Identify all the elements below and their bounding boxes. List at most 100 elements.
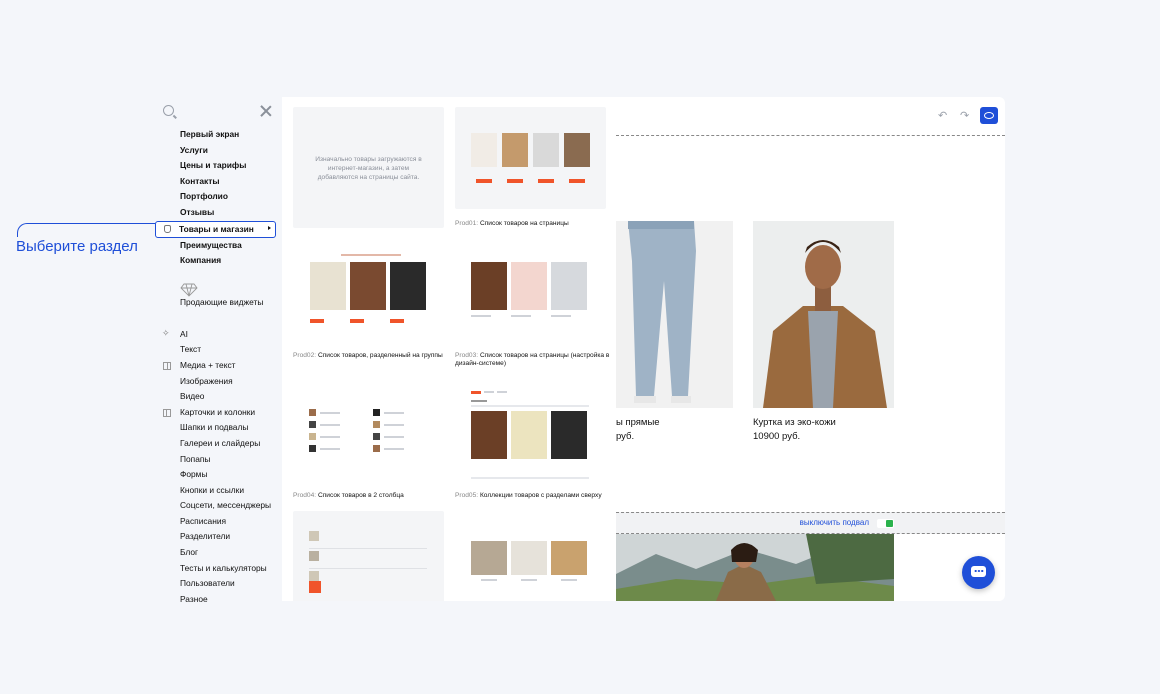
callout-label: Выберите раздел — [16, 238, 138, 255]
menu-item-label: Контакты — [180, 175, 220, 186]
menu-item-label: Расписания — [180, 515, 227, 526]
menu-item-section-6[interactable]: Товары и магазин — [155, 220, 276, 238]
menu-item-section-1[interactable]: Услуги — [155, 143, 282, 159]
menu-item-label: Услуги — [180, 144, 208, 155]
product-title: Куртка из эко-кожи — [753, 417, 836, 428]
menu-item-label: Соцсети, мессенджеры — [180, 500, 272, 511]
template-card-prod06[interactable] — [293, 511, 444, 601]
menu-item-section-8[interactable]: Компания — [155, 253, 282, 269]
undo-icon[interactable]: ↶ — [938, 109, 947, 122]
menu-item-label: Портфолио — [180, 191, 228, 202]
cards-icon — [163, 408, 171, 417]
section-menu: Первый экран Услуги Цены и тарифы Контакты П… — [155, 97, 282, 604]
menu-item-label: Формы — [180, 469, 208, 480]
disable-footer-link[interactable]: выключить подвал — [800, 518, 869, 527]
menu-item-block-8[interactable]: Попапы — [155, 452, 282, 468]
page-preview: ↶ ↷ ы прямые руб. Куртка из эко-кожи 109… — [616, 97, 1005, 601]
redo-icon[interactable]: ↷ — [960, 109, 969, 122]
menu-item-label: Тесты и калькуляторы — [180, 562, 267, 573]
template-card-prod02[interactable] — [293, 247, 444, 347]
chevron-right-icon — [268, 225, 271, 230]
menu-item-block-4[interactable]: Видео — [155, 389, 282, 405]
menu-item-block-15[interactable]: Тесты и калькуляторы — [155, 561, 282, 577]
menu-item-label: Галереи и слайдеры — [180, 437, 261, 448]
menu-item-label: Преимущества — [180, 239, 242, 250]
chat-button[interactable] — [962, 556, 995, 589]
menu-header — [155, 97, 282, 127]
menu-item-block-3[interactable]: Изображения — [155, 374, 282, 390]
template-caption: Prod03: Список товаров на страницы (наст… — [455, 352, 610, 367]
menu-item-label: Компания — [180, 255, 222, 266]
menu-item-block-11[interactable]: Соцсети, мессенджеры — [155, 498, 282, 514]
menu-item-label: Попапы — [180, 453, 211, 464]
block-list: AI Текст Медиа + текст Изображения Видео Карт… — [155, 326, 282, 608]
callout-line — [17, 223, 155, 237]
product-price: 10900 руб. — [753, 431, 801, 442]
promo-label: Продающие виджеты — [180, 296, 264, 307]
menu-item-section-4[interactable]: Портфолио — [155, 189, 282, 205]
footer-toggle-bar: выключить подвал — [616, 512, 1005, 534]
menu-item-block-6[interactable]: Шапки и подвалы — [155, 420, 282, 436]
menu-item-label: Пользователи — [180, 578, 235, 589]
menu-item-block-1[interactable]: Текст — [155, 342, 282, 358]
menu-item-label: Товары и магазин — [179, 223, 254, 234]
menu-item-label: AI — [180, 328, 188, 339]
menu-item-label: Карточки и колонки — [180, 406, 256, 417]
search-icon[interactable] — [163, 105, 174, 116]
product-photo-jeans[interactable] — [616, 221, 733, 408]
menu-item-label: Видео — [180, 391, 205, 402]
menu-item-block-10[interactable]: Кнопки и ссылки — [155, 483, 282, 499]
ai-icon — [162, 326, 171, 342]
menu-item-block-13[interactable]: Разделители — [155, 529, 282, 545]
menu-item-block-0[interactable]: AI — [155, 326, 282, 343]
product-price: руб. — [616, 431, 635, 442]
menu-item-label: Цены и тарифы — [180, 160, 247, 171]
template-card-prod07[interactable] — [455, 511, 606, 601]
menu-item-block-16[interactable]: Пользователи — [155, 576, 282, 592]
menu-item-label: Блог — [180, 547, 199, 558]
menu-item-block-12[interactable]: Расписания — [155, 514, 282, 530]
menu-item-label: Кнопки и ссылки — [180, 484, 244, 495]
block-divider — [616, 135, 1005, 136]
menu-item-label: Отзывы — [180, 206, 215, 217]
template-caption: Prod01: Список товаров на страницы — [455, 220, 569, 227]
chat-icon — [974, 570, 984, 572]
section-list: Первый экран Услуги Цены и тарифы Контакты П… — [155, 127, 282, 269]
intro-text: Изначально товары загружаются в интернет… — [315, 156, 422, 181]
menu-item-section-2[interactable]: Цены и тарифы — [155, 158, 282, 174]
intro-card: Изначально товары загружаются в интернет… — [293, 107, 444, 228]
hero-photo — [616, 534, 894, 601]
close-icon[interactable] — [260, 105, 272, 117]
menu-item-block-7[interactable]: Галереи и слайдеры — [155, 436, 282, 452]
menu-item-block-9[interactable]: Формы — [155, 467, 282, 483]
menu-item-label: Текст — [180, 344, 202, 355]
template-card-prod04[interactable] — [293, 387, 444, 487]
product-photo-jacket[interactable] — [753, 221, 894, 408]
template-card-prod03[interactable] — [455, 247, 606, 347]
menu-item-section-0[interactable]: Первый экран — [155, 127, 282, 143]
menu-item-block-5[interactable]: Карточки и колонки — [155, 405, 282, 421]
template-card-prod05[interactable] — [455, 387, 606, 487]
preview-eye-button[interactable] — [980, 107, 998, 124]
template-caption: Prod04: Список товаров в 2 столбца — [293, 492, 404, 499]
media-icon — [163, 361, 171, 370]
menu-item-label: Шапки и подвалы — [180, 422, 249, 433]
hand-icon — [164, 224, 171, 233]
menu-item-block-2[interactable]: Медиа + текст — [155, 358, 282, 374]
template-caption: Prod05: Коллекции товаров с разделами св… — [455, 492, 602, 499]
menu-item-label: Изображения — [180, 375, 233, 386]
menu-item-label: Разделители — [180, 531, 231, 542]
footer-toggle[interactable] — [877, 519, 894, 528]
template-caption: Prod02: Список товаров, разделенный на г… — [293, 352, 443, 359]
menu-item-section-3[interactable]: Контакты — [155, 174, 282, 190]
menu-item-section-7[interactable]: Преимущества — [155, 238, 282, 254]
menu-item-block-17[interactable]: Разное — [155, 592, 282, 608]
templates-panel: Изначально товары загружаются в интернет… — [282, 97, 616, 601]
menu-item-block-14[interactable]: Блог — [155, 545, 282, 561]
promo-widgets[interactable]: Продающие виджеты — [155, 269, 282, 317]
menu-item-label: Разное — [180, 593, 208, 604]
menu-item-label: Первый экран — [180, 129, 240, 139]
product-title: ы прямые — [616, 417, 660, 428]
menu-item-section-5[interactable]: Отзывы — [155, 205, 282, 221]
template-card-prod01[interactable] — [455, 107, 606, 209]
